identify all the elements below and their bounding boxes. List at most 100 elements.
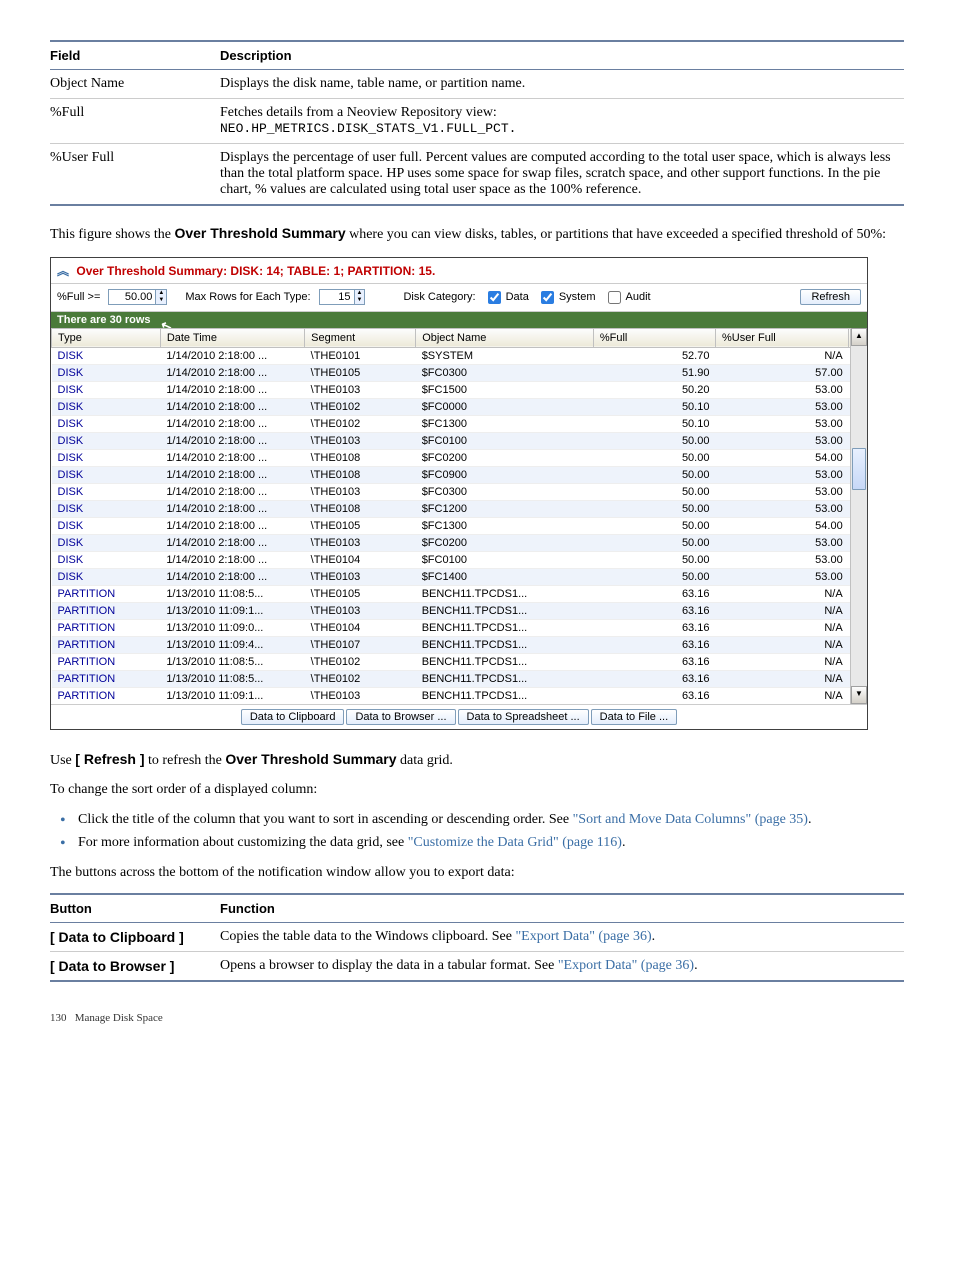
table-row[interactable]: DISK1/14/2010 2:18:00 ...\THE0103$FC0300…: [52, 483, 867, 500]
table-row[interactable]: DISK1/14/2010 2:18:00 ...\THE0108$FC1200…: [52, 500, 867, 517]
grid-cell: \THE0101: [305, 347, 416, 364]
table-row[interactable]: DISK1/14/2010 2:18:00 ...\THE0105$FC1300…: [52, 517, 867, 534]
checkbox-system[interactable]: System: [537, 288, 596, 307]
list-item: For more information about customizing t…: [78, 833, 904, 853]
bullet-tail: .: [622, 835, 626, 850]
table-row[interactable]: PARTITION1/13/2010 11:09:4...\THE0107BEN…: [52, 636, 867, 653]
scroll-up-icon[interactable]: ▲: [851, 328, 867, 346]
data-to-browser-button[interactable]: Data to Browser ...: [346, 709, 455, 725]
table-row[interactable]: DISK1/14/2010 2:18:00 ...\THE0103$FC0100…: [52, 432, 867, 449]
table-row[interactable]: DISK1/14/2010 2:18:00 ...\THE0103$FC0200…: [52, 534, 867, 551]
text: Opens a browser to display the data in a…: [220, 958, 558, 973]
pctfull-input[interactable]: [109, 290, 155, 304]
table-row[interactable]: PARTITION1/13/2010 11:08:5...\THE0102BEN…: [52, 670, 867, 687]
grid-cell: \THE0103: [305, 534, 416, 551]
grid-header-segment[interactable]: Segment: [305, 328, 416, 347]
grid-header-type[interactable]: Type: [52, 328, 161, 347]
grid-cell: 50.00: [593, 466, 715, 483]
table-row[interactable]: DISK1/14/2010 2:18:00 ...\THE0105$FC0300…: [52, 364, 867, 381]
spin-up-icon[interactable]: ▲: [156, 290, 166, 297]
grid-cell: 1/14/2010 2:18:00 ...: [160, 534, 304, 551]
grid-cell: PARTITION: [52, 602, 161, 619]
export-data-link[interactable]: "Export Data" (page 36): [515, 929, 651, 944]
grid-header-datetime[interactable]: Date Time: [160, 328, 304, 347]
spin-down-icon[interactable]: ▼: [156, 297, 166, 304]
grid-cell: \THE0102: [305, 670, 416, 687]
table-row[interactable]: PARTITION1/13/2010 11:09:1...\THE0103BEN…: [52, 602, 867, 619]
grid-header-userfull[interactable]: %User Full: [715, 328, 848, 347]
grid-cell: 1/14/2010 2:18:00 ...: [160, 568, 304, 585]
checkbox-data-label: Data: [506, 291, 529, 303]
grid-cell: \THE0103: [305, 568, 416, 585]
table-row[interactable]: PARTITION1/13/2010 11:08:5...\THE0102BEN…: [52, 653, 867, 670]
grid-cell: 1/13/2010 11:08:5...: [160, 585, 304, 602]
grid-cell: $FC0200: [416, 534, 594, 551]
checkbox-audit[interactable]: Audit: [604, 288, 651, 307]
desc-cell: Fetches details from a Neoview Repositor…: [220, 99, 904, 144]
grid-cell: 1/14/2010 2:18:00 ...: [160, 500, 304, 517]
maxrows-input[interactable]: [320, 290, 354, 304]
table-row[interactable]: DISK1/14/2010 2:18:00 ...\THE0103$FC1400…: [52, 568, 867, 585]
grid-cell: 63.16: [593, 585, 715, 602]
table-row[interactable]: PARTITION1/13/2010 11:08:5...\THE0105BEN…: [52, 585, 867, 602]
checkbox-data-input[interactable]: [488, 291, 501, 304]
table-row[interactable]: DISK1/14/2010 2:18:00 ...\THE0108$FC0900…: [52, 466, 867, 483]
spin-down-icon[interactable]: ▼: [355, 297, 365, 304]
grid-cell: 1/13/2010 11:09:4...: [160, 636, 304, 653]
refresh-paragraph: Use [ Refresh ] to refresh the Over Thre…: [50, 750, 904, 771]
vertical-scrollbar[interactable]: ▲ ▼: [850, 328, 867, 704]
spin-up-icon[interactable]: ▲: [355, 290, 365, 297]
bullet-text: Click the title of the column that you w…: [78, 812, 573, 827]
grid-cell: \THE0103: [305, 483, 416, 500]
field-cell: %User Full: [50, 144, 220, 206]
maxrows-label: Max Rows for Each Type:: [185, 291, 310, 303]
grid-cell: 53.00: [715, 483, 848, 500]
grid-cell: \THE0107: [305, 636, 416, 653]
grid-cell: 1/13/2010 11:09:1...: [160, 602, 304, 619]
export-data-link[interactable]: "Export Data" (page 36): [558, 958, 694, 973]
grid-header-object[interactable]: Object Name: [416, 328, 594, 347]
grid-cell: N/A: [715, 687, 848, 704]
refresh-button[interactable]: Refresh: [800, 289, 861, 305]
grid-cell: 50.00: [593, 500, 715, 517]
grid-cell: \THE0103: [305, 687, 416, 704]
grid-cell: \THE0108: [305, 500, 416, 517]
panel-bottom-buttons: Data to Clipboard Data to Browser ... Da…: [51, 704, 867, 729]
data-to-file-button[interactable]: Data to File ...: [591, 709, 677, 725]
table-row[interactable]: DISK1/14/2010 2:18:00 ...\THE0104$FC0100…: [52, 551, 867, 568]
grid-cell: DISK: [52, 415, 161, 432]
table-row[interactable]: DISK1/14/2010 2:18:00 ...\THE0103$FC1500…: [52, 381, 867, 398]
grid-cell: DISK: [52, 381, 161, 398]
field-description-table: Field Description Object Name Displays t…: [50, 40, 904, 206]
checkbox-system-input[interactable]: [541, 291, 554, 304]
text: to refresh the: [145, 753, 226, 768]
grid-cell: \THE0108: [305, 449, 416, 466]
maxrows-spinner[interactable]: ▲▼: [319, 289, 366, 305]
checkbox-audit-input[interactable]: [608, 291, 621, 304]
checkbox-data[interactable]: Data: [484, 288, 529, 307]
grid-cell: $FC0100: [416, 551, 594, 568]
intro-prefix: This figure shows the: [50, 227, 174, 242]
data-grid: Type Date Time Segment Object Name %Full…: [51, 328, 867, 704]
table-row[interactable]: PARTITION1/13/2010 11:09:1...\THE0103BEN…: [52, 687, 867, 704]
data-to-spreadsheet-button[interactable]: Data to Spreadsheet ...: [458, 709, 589, 725]
table-row[interactable]: DISK1/14/2010 2:18:00 ...\THE0102$FC1300…: [52, 415, 867, 432]
table-row[interactable]: DISK1/14/2010 2:18:00 ...\THE0108$FC0200…: [52, 449, 867, 466]
chevron-up-icon[interactable]: ︽: [57, 264, 69, 278]
pctfull-spinner[interactable]: ▲▼: [108, 289, 167, 305]
grid-cell: 50.00: [593, 449, 715, 466]
customize-grid-link[interactable]: "Customize the Data Grid" (page 116): [408, 835, 622, 850]
table-row[interactable]: PARTITION1/13/2010 11:09:0...\THE0104BEN…: [52, 619, 867, 636]
sort-columns-link[interactable]: "Sort and Move Data Columns" (page 35): [573, 812, 808, 827]
table-row[interactable]: DISK1/14/2010 2:18:00 ...\THE0101$SYSTEM…: [52, 347, 867, 364]
scroll-down-icon[interactable]: ▼: [851, 686, 867, 704]
scroll-thumb[interactable]: [852, 448, 866, 490]
data-to-clipboard-button[interactable]: Data to Clipboard: [241, 709, 345, 725]
button-function-table: Button Function [ Data to Clipboard ] Co…: [50, 893, 904, 982]
grid-wrapper: Type Date Time Segment Object Name %Full…: [51, 328, 867, 704]
grid-cell: PARTITION: [52, 653, 161, 670]
grid-cell: N/A: [715, 636, 848, 653]
grid-header-full[interactable]: %Full: [593, 328, 715, 347]
grid-cell: PARTITION: [52, 619, 161, 636]
table-row[interactable]: DISK1/14/2010 2:18:00 ...\THE0102$FC0000…: [52, 398, 867, 415]
